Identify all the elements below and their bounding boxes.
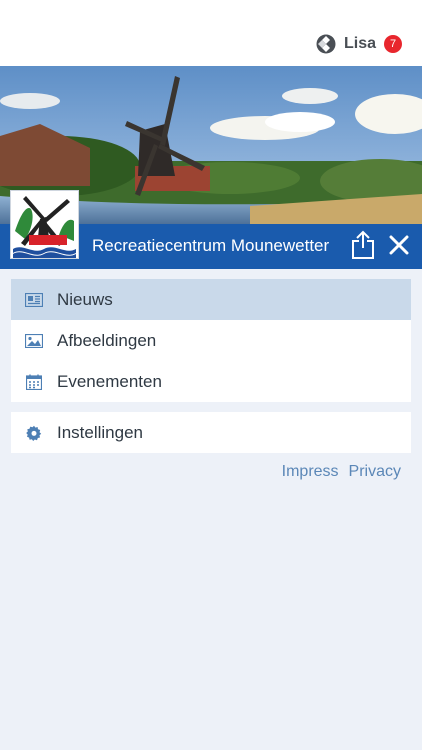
menu-item-label: Evenementen bbox=[57, 371, 162, 391]
user-name: Lisa bbox=[343, 35, 376, 52]
top-bar: Lisa 7 bbox=[0, 0, 422, 66]
user-menu[interactable]: Lisa 7 bbox=[316, 32, 402, 56]
site-title: Recreatiecentrum Mounewetter bbox=[92, 236, 330, 255]
menu-item-label: Instellingen bbox=[57, 422, 144, 442]
menu-item-label: Nieuws bbox=[57, 289, 113, 309]
site-logo bbox=[10, 190, 79, 259]
image-icon bbox=[25, 332, 43, 350]
menu-item-label: Afbeeldingen bbox=[57, 330, 157, 350]
menu-item-evenementen[interactable]: Evenementen bbox=[11, 361, 411, 402]
menu-item-instellingen[interactable]: Instellingen bbox=[11, 412, 411, 453]
user-avatar-icon bbox=[316, 34, 336, 54]
newspaper-icon bbox=[25, 291, 43, 309]
share-icon[interactable] bbox=[350, 230, 376, 260]
gear-icon bbox=[25, 424, 43, 442]
impress-link[interactable]: Impress bbox=[282, 463, 339, 481]
main-menu: Nieuws Afbeeldingen Evenementen bbox=[11, 279, 411, 402]
menu-item-nieuws[interactable]: Nieuws bbox=[11, 279, 411, 320]
privacy-link[interactable]: Privacy bbox=[349, 463, 401, 481]
settings-menu: Instellingen bbox=[11, 412, 411, 453]
footer-links: Impress Privacy bbox=[282, 463, 401, 481]
close-icon[interactable] bbox=[386, 232, 412, 258]
notification-badge: 7 bbox=[384, 35, 402, 53]
calendar-icon bbox=[25, 373, 43, 391]
menu-item-afbeeldingen[interactable]: Afbeeldingen bbox=[11, 320, 411, 361]
